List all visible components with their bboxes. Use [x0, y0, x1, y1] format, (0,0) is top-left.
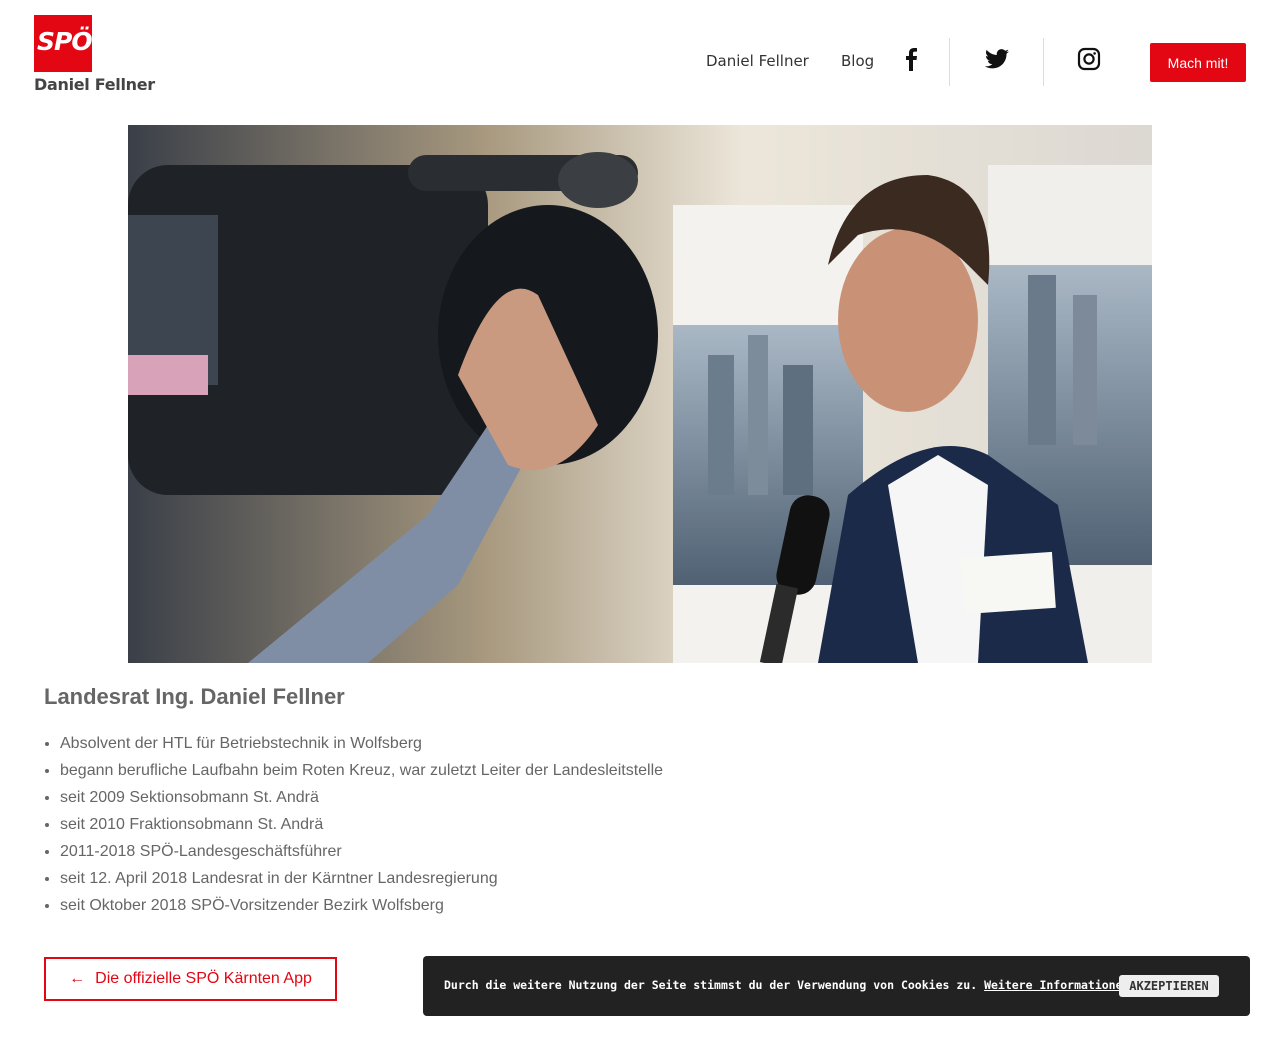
- nav-divider: [1043, 38, 1044, 86]
- nav-divider: [949, 38, 950, 86]
- nav-item-daniel-fellner[interactable]: Daniel Fellner: [706, 52, 809, 70]
- app-link-label: Die offizielle SPÖ Kärnten App: [95, 970, 312, 987]
- app-link-button[interactable]: ← Die offizielle SPÖ Kärnten App: [44, 957, 337, 1001]
- cookie-text: Durch die weitere Nutzung der Seite stim…: [444, 978, 1129, 992]
- bio-item: seit 2010 Fraktionsobmann St. Andrä: [60, 811, 663, 838]
- spoe-logo-box: SPÖ: [34, 15, 93, 72]
- bio-item: seit 12. April 2018 Landesrat in der Kär…: [60, 865, 663, 892]
- bio-item: begann berufliche Laufbahn beim Roten Kr…: [60, 757, 663, 784]
- instagram-icon[interactable]: [1074, 44, 1104, 74]
- twitter-icon[interactable]: [982, 44, 1012, 74]
- cookie-message: Durch die weitere Nutzung der Seite stim…: [444, 978, 978, 992]
- mach-mit-button[interactable]: Mach mit!: [1150, 43, 1246, 82]
- logo-text: SPÖ: [37, 27, 93, 56]
- arrow-left-icon: ←: [69, 970, 86, 987]
- bio-item: 2011-2018 SPÖ-Landesgeschäftsführer: [60, 838, 663, 865]
- facebook-icon[interactable]: [896, 44, 926, 74]
- logo-name: Daniel Fellner: [34, 75, 155, 94]
- nav-item-blog[interactable]: Blog: [841, 52, 874, 70]
- site-logo[interactable]: SPÖ Daniel Fellner: [34, 15, 164, 95]
- bio-item: seit Oktober 2018 SPÖ-Vorsitzender Bezir…: [60, 892, 663, 919]
- bio-list: Absolvent der HTL für Betriebstechnik in…: [44, 730, 663, 919]
- bio-item: Absolvent der HTL für Betriebstechnik in…: [60, 730, 663, 757]
- hero-image: [128, 125, 1152, 663]
- bio-item: seit 2009 Sektionsobmann St. Andrä: [60, 784, 663, 811]
- page-title: Landesrat Ing. Daniel Fellner: [44, 684, 345, 709]
- cookie-accept-button[interactable]: AKZEPTIEREN: [1119, 975, 1219, 997]
- cookie-banner: Durch die weitere Nutzung der Seite stim…: [423, 956, 1250, 1016]
- cookie-more-info-link[interactable]: Weitere Informationen: [984, 978, 1129, 992]
